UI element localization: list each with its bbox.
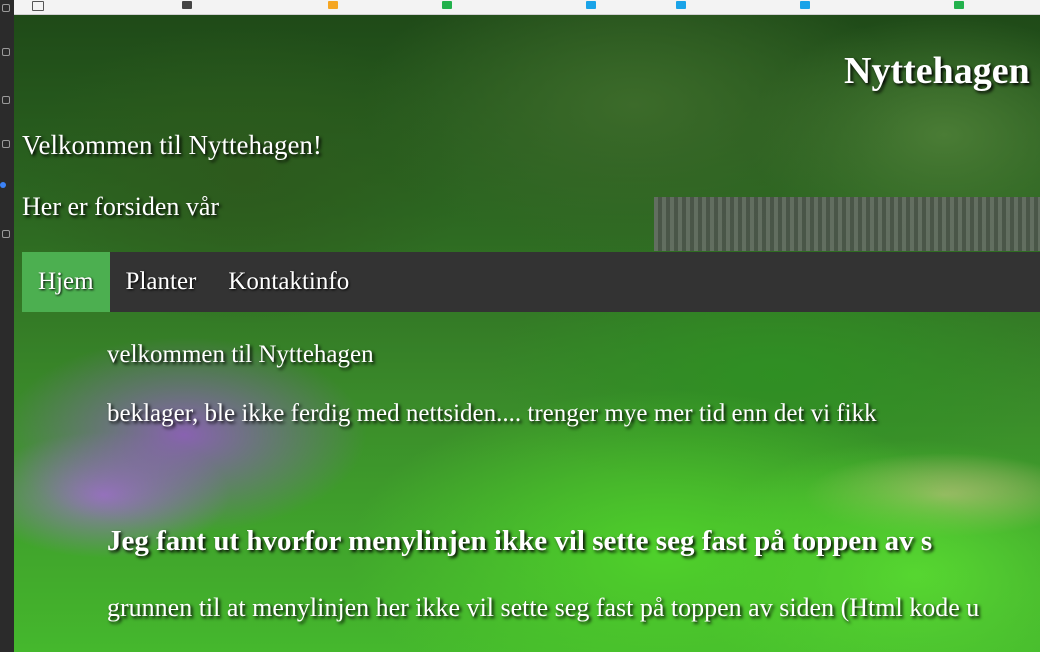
browser-screen: Nyttehagen Velkommen til Nyttehagen! Her…	[0, 0, 1040, 652]
bookmark-icon[interactable]	[586, 1, 596, 9]
side-icon[interactable]	[2, 48, 10, 56]
bookmark-icon[interactable]	[328, 1, 338, 9]
side-icon[interactable]	[2, 96, 10, 104]
app-side-strip	[0, 0, 14, 652]
side-icon[interactable]	[2, 140, 10, 148]
bookmark-icon[interactable]	[954, 1, 964, 9]
nav-item-hjem[interactable]: Hjem	[22, 252, 110, 312]
side-icon[interactable]	[2, 4, 10, 12]
bookmark-icon[interactable]	[182, 1, 192, 9]
subtitle-text: Her er forsiden vår	[22, 192, 220, 221]
welcome-text: Velkommen til Nyttehagen!	[22, 130, 322, 160]
site-title: Nyttehagen	[844, 50, 1030, 92]
main-navbar: Hjem Planter Kontaktinfo	[22, 252, 1040, 312]
nav-item-kontaktinfo[interactable]: Kontaktinfo	[212, 252, 365, 312]
notification-dot-icon	[0, 182, 6, 188]
content-explanation: grunnen til at menylinjen her ikke vil s…	[107, 593, 980, 622]
side-icon[interactable]	[2, 230, 10, 238]
bookmark-icon[interactable]	[800, 1, 810, 9]
background-roof	[654, 197, 1040, 251]
bookmark-icon[interactable]	[676, 1, 686, 9]
content-heading: Jeg fant ut hvorfor menylinjen ikke vil …	[107, 525, 933, 557]
bookmark-icon[interactable]	[442, 1, 452, 9]
bookmarks-bar	[14, 0, 1040, 15]
nav-item-planter[interactable]: Planter	[110, 252, 213, 312]
web-page: Nyttehagen Velkommen til Nyttehagen! Her…	[14, 15, 1040, 652]
bookmark-icon[interactable]	[32, 1, 44, 11]
content-apology: beklager, ble ikke ferdig med nettsiden.…	[107, 400, 877, 427]
content-welcome: velkommen til Nyttehagen	[107, 341, 374, 368]
